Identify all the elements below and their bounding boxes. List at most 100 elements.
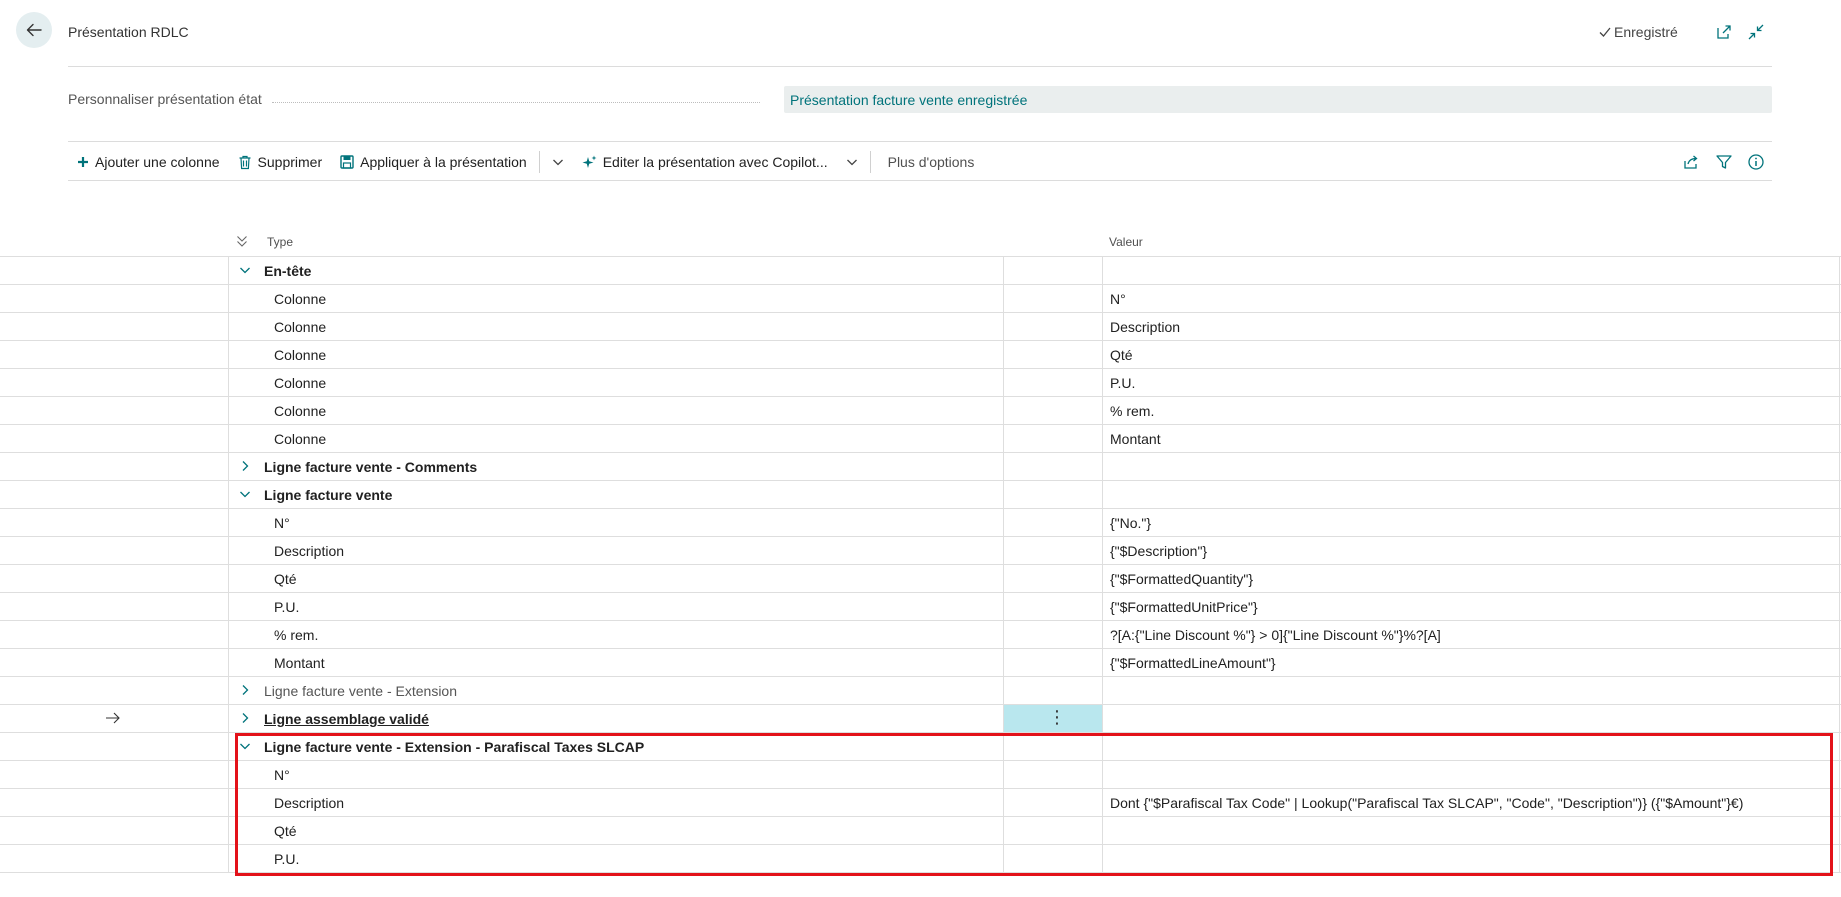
apply-to-layout-button[interactable]: Appliquer à la présentation	[331, 145, 536, 179]
value-cell[interactable]	[1103, 817, 1840, 844]
edit-with-copilot-button[interactable]: Editer la présentation avec Copilot...	[573, 145, 837, 179]
value-cell[interactable]	[1103, 733, 1840, 760]
row-selector-cell[interactable]	[0, 845, 229, 872]
type-cell[interactable]: Colonne	[229, 369, 1004, 396]
table-row[interactable]: Ligne facture vente - Comments	[0, 453, 1841, 481]
row-selector-cell[interactable]	[0, 453, 229, 480]
row-selector-cell[interactable]	[0, 425, 229, 452]
row-action-cell[interactable]	[1004, 341, 1103, 368]
row-action-cell[interactable]	[1004, 565, 1103, 592]
type-cell[interactable]: Ligne facture vente - Extension	[229, 677, 1004, 704]
row-selector-cell[interactable]	[0, 733, 229, 760]
column-header-type[interactable]: Type	[267, 235, 293, 249]
value-cell[interactable]: {"$Description"}	[1103, 537, 1840, 564]
row-action-cell[interactable]	[1004, 481, 1103, 508]
row-selector-cell[interactable]	[0, 677, 229, 704]
table-row[interactable]: P.U. {"$FormattedUnitPrice"}	[0, 593, 1841, 621]
chevron-down-icon[interactable]	[238, 487, 252, 501]
chevron-down-icon[interactable]	[238, 263, 252, 277]
type-cell[interactable]: N°	[229, 761, 1004, 788]
row-action-cell[interactable]	[1004, 817, 1103, 844]
row-action-cell[interactable]	[1004, 845, 1103, 872]
row-action-cell[interactable]	[1004, 369, 1103, 396]
value-cell[interactable]: ?[A:{"Line Discount %"} > 0]{"Line Disco…	[1103, 621, 1840, 648]
value-cell[interactable]: N°	[1103, 285, 1840, 312]
type-cell[interactable]: Description	[229, 537, 1004, 564]
value-cell[interactable]: % rem.	[1103, 397, 1840, 424]
row-selector-cell[interactable]	[0, 509, 229, 536]
row-action-cell[interactable]: ⋮	[1004, 705, 1103, 732]
type-cell[interactable]: P.U.	[229, 593, 1004, 620]
row-action-cell[interactable]	[1004, 733, 1103, 760]
type-cell[interactable]: Qté	[229, 817, 1004, 844]
row-action-cell[interactable]	[1004, 677, 1103, 704]
layout-field-value[interactable]: Présentation facture vente enregistrée	[784, 86, 1772, 113]
type-cell[interactable]: Ligne facture vente	[229, 481, 1004, 508]
row-selector-cell[interactable]	[0, 621, 229, 648]
value-cell[interactable]	[1103, 453, 1840, 480]
row-selector-cell[interactable]	[0, 817, 229, 844]
table-row[interactable]: Colonne Qté	[0, 341, 1841, 369]
table-row-current[interactable]: Ligne assemblage validé ⋮	[0, 705, 1841, 733]
type-cell[interactable]: Qté	[229, 565, 1004, 592]
info-icon[interactable]	[1746, 152, 1766, 172]
apply-dropdown-button[interactable]	[543, 145, 573, 179]
value-cell[interactable]: Qté	[1103, 341, 1840, 368]
chevron-right-icon[interactable]	[238, 683, 252, 697]
type-cell[interactable]: Description	[229, 789, 1004, 816]
row-action-cell[interactable]	[1004, 425, 1103, 452]
type-cell[interactable]: Ligne facture vente - Extension - Parafi…	[229, 733, 1004, 760]
row-action-cell[interactable]	[1004, 285, 1103, 312]
row-selector-cell[interactable]	[0, 593, 229, 620]
row-selector-cell[interactable]	[0, 789, 229, 816]
row-selector-cell[interactable]	[0, 369, 229, 396]
row-selector-cell[interactable]	[0, 341, 229, 368]
table-row[interactable]: Description {"$Description"}	[0, 537, 1841, 565]
table-row[interactable]: N°	[0, 761, 1841, 789]
add-column-button[interactable]: Ajouter une colonne	[68, 145, 229, 179]
table-row[interactable]: En-tête	[0, 257, 1841, 285]
value-cell[interactable]: Description	[1103, 313, 1840, 340]
filter-icon[interactable]	[1714, 152, 1734, 172]
row-action-cell[interactable]	[1004, 621, 1103, 648]
value-cell[interactable]	[1103, 257, 1840, 284]
table-row[interactable]: P.U.	[0, 845, 1841, 873]
value-cell[interactable]	[1103, 705, 1840, 732]
row-selector-cell[interactable]	[0, 285, 229, 312]
table-row[interactable]: Qté	[0, 817, 1841, 845]
table-row[interactable]: Ligne facture vente	[0, 481, 1841, 509]
table-row[interactable]: Colonne Montant	[0, 425, 1841, 453]
copilot-dropdown-button[interactable]	[837, 145, 867, 179]
type-cell[interactable]: Colonne	[229, 285, 1004, 312]
value-cell[interactable]	[1103, 761, 1840, 788]
type-cell[interactable]: % rem.	[229, 621, 1004, 648]
delete-button[interactable]: Supprimer	[229, 145, 332, 179]
value-cell[interactable]: {"$FormattedUnitPrice"}	[1103, 593, 1840, 620]
table-row[interactable]: Montant {"$FormattedLineAmount"}	[0, 649, 1841, 677]
type-cell[interactable]: Colonne	[229, 313, 1004, 340]
type-cell[interactable]: N°	[229, 509, 1004, 536]
value-cell[interactable]	[1103, 481, 1840, 508]
row-action-cell[interactable]	[1004, 313, 1103, 340]
chevron-down-icon[interactable]	[238, 739, 252, 753]
column-header-value[interactable]: Valeur	[1109, 235, 1143, 249]
row-action-cell[interactable]	[1004, 649, 1103, 676]
table-row[interactable]: Ligne facture vente - Extension - Parafi…	[0, 733, 1841, 761]
type-cell[interactable]: Montant	[229, 649, 1004, 676]
more-vertical-icon[interactable]: ⋮	[1048, 708, 1066, 726]
row-selector-cell[interactable]	[0, 313, 229, 340]
type-cell[interactable]: Colonne	[229, 397, 1004, 424]
row-action-cell[interactable]	[1004, 761, 1103, 788]
value-cell[interactable]: {"$FormattedQuantity"}	[1103, 565, 1840, 592]
row-selector-cell[interactable]	[0, 761, 229, 788]
table-row[interactable]: Qté {"$FormattedQuantity"}	[0, 565, 1841, 593]
row-selector-cell[interactable]	[0, 537, 229, 564]
value-cell[interactable]: {"$FormattedLineAmount"}	[1103, 649, 1840, 676]
type-cell[interactable]: Colonne	[229, 425, 1004, 452]
row-action-cell[interactable]	[1004, 537, 1103, 564]
collapse-icon[interactable]	[1746, 22, 1766, 42]
row-selector-cell[interactable]	[0, 397, 229, 424]
row-action-cell[interactable]	[1004, 397, 1103, 424]
table-row[interactable]: Colonne P.U.	[0, 369, 1841, 397]
row-selector-cell[interactable]	[0, 257, 229, 284]
